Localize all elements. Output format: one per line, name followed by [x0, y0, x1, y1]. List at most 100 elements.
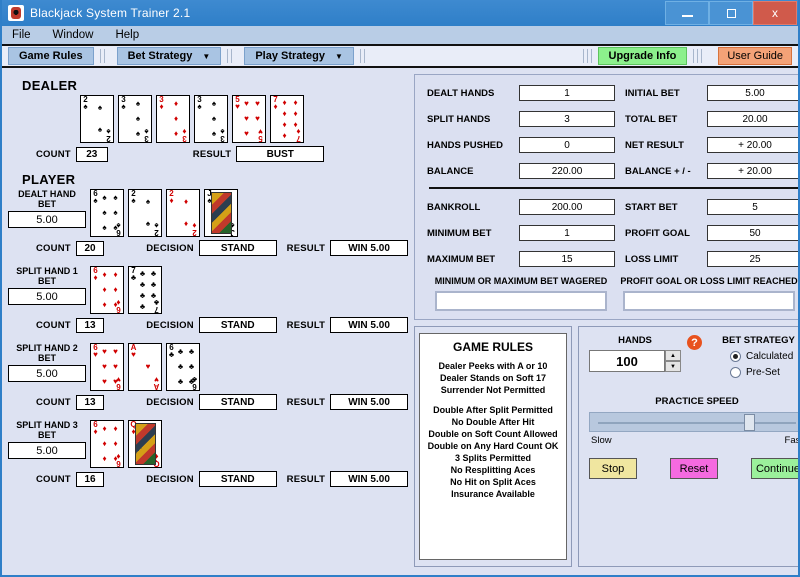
hand-count-value: 13 — [75, 317, 105, 333]
stat-label: SPLIT HANDS — [427, 113, 491, 125]
application-window: Blackjack System Trainer 2.1 x File Wind… — [0, 0, 800, 577]
playing-card: 3 ♠ 3 ♠ ♠ ♠ ♠ — [194, 95, 228, 143]
card-pip: ♠ — [211, 113, 217, 123]
game-rule-line: No Resplitting Aces — [450, 465, 536, 475]
close-icon: x — [772, 6, 778, 20]
title-bar: Blackjack System Trainer 2.1 x — [2, 0, 798, 26]
dealer-result-label: RESULT — [192, 148, 232, 160]
limit-notices: MINIMUM OR MAXIMUM BET WAGERED PROFIT GO… — [427, 276, 798, 311]
hand-decision-label: DECISION — [146, 242, 194, 254]
menu-item-help[interactable]: Help — [115, 29, 139, 41]
toolbar-button-bet-strategy[interactable]: Bet Strategy ▼ — [116, 47, 222, 65]
stat-value: 1 — [519, 225, 615, 241]
card-pips: ♠ ♠ — [137, 191, 159, 235]
help-icon[interactable]: ? — [687, 335, 702, 350]
radio-calculated-icon[interactable] — [730, 351, 741, 362]
card-pip: ♦ — [113, 453, 118, 463]
hand-bet-value: 5.00 — [8, 365, 86, 382]
toolbar-button-game-rules[interactable]: Game Rules — [8, 47, 94, 65]
card-pip: ♥ — [145, 362, 151, 371]
action-buttons: Stop Reset Continue — [589, 458, 798, 479]
bet-option-preset[interactable]: Pre-Set — [712, 367, 798, 378]
stat-value: 5 — [707, 199, 798, 215]
card-pips: ♠ ♠ — [89, 97, 111, 141]
minimize-button[interactable] — [665, 1, 709, 25]
user-guide-button[interactable]: User Guide — [718, 47, 792, 65]
menu-item-file[interactable]: File — [12, 29, 31, 41]
card-pip: ♥ — [244, 99, 249, 109]
slider-track — [598, 422, 796, 424]
close-button[interactable]: x — [753, 1, 797, 25]
card-rank-corner: 6 ♣ — [168, 343, 175, 359]
controls-panel: HANDS 100 ▲ ▼ ? BET STRATEGY Calculated … — [578, 326, 798, 567]
card-pip: ♣ — [150, 268, 157, 278]
card-rank-corner: 6 ♥ — [93, 343, 98, 359]
game-rules-title: GAME RULES — [452, 340, 533, 354]
card-pip: ♣ — [188, 361, 195, 371]
hand-count-label: COUNT — [36, 473, 71, 485]
hands-input[interactable]: 100 — [589, 350, 665, 372]
hand-cards: 6 ♥ 6 ♥ ♥ ♥ ♥ ♥ ♥ ♥ A ♥ A ♥ ♥ 6 ♣ 6 ♣ ♣ ♣ ♣ ♣ ♣ ♣ — [90, 343, 200, 391]
card-pip: ♠ — [102, 207, 107, 217]
card-pip: ♠ — [102, 193, 107, 203]
stat-label: MINIMUM BET — [427, 227, 492, 239]
player-hand-row: DEALT HAND BET 5.00 6 ♠ 6 ♠ ♠ ♠ ♠ ♠ ♠ ♠ 2 ♠ 2 ♠ ♠ ♠ 2 ♦ 2 ♦ ♦ ♦ J… — [8, 189, 408, 256]
rules-spacer — [423, 396, 563, 404]
window-controls: x — [665, 0, 798, 26]
card-pip: ♦ — [113, 270, 118, 280]
card-pip: ♣ — [139, 268, 146, 278]
stat-value: 25 — [707, 251, 798, 267]
hand-cards: 6 ♠ 6 ♠ ♠ ♠ ♠ ♠ ♠ ♠ 2 ♠ 2 ♠ ♠ ♠ 2 ♦ 2 ♦ ♦ ♦ J ♠ J ♠ — [90, 189, 238, 237]
card-pip: ♠ — [97, 103, 103, 112]
playing-card: 3 ♠ 3 ♠ ♠ ♠ ♠ — [118, 95, 152, 143]
hand-decision-value: STAND — [198, 317, 277, 333]
game-rule-line: No Hit on Split Aces — [450, 477, 536, 487]
toolbar-separator-5 — [693, 49, 703, 63]
card-pips: ♠ ♠ ♠ — [127, 97, 149, 141]
maximize-button[interactable] — [709, 1, 753, 25]
toolbar-button-play-strategy[interactable]: Play Strategy ▼ — [244, 47, 354, 65]
card-pip: ♥ — [255, 113, 260, 123]
toolbar-button-label: Play Strategy — [255, 50, 326, 62]
stat-value: 50 — [707, 225, 798, 241]
card-pip: ♠ — [145, 197, 151, 206]
spinner-up-icon[interactable]: ▲ — [665, 350, 681, 361]
spinner-down-icon[interactable]: ▼ — [665, 361, 681, 372]
card-pip: ♦ — [282, 97, 287, 107]
card-pip: ♣ — [139, 290, 146, 300]
hands-spinner-buttons[interactable]: ▲ ▼ — [665, 350, 681, 372]
upgrade-info-button[interactable]: Upgrade Info — [597, 47, 688, 65]
card-pip: ♥ — [102, 361, 107, 371]
hand-name-label: SPLIT HAND 1 — [16, 266, 78, 276]
bet-option-calculated[interactable]: Calculated — [712, 351, 798, 362]
playing-card: 6 ♠ 6 ♠ ♠ ♠ ♠ ♠ ♠ ♠ — [90, 189, 124, 237]
radio-preset-icon[interactable] — [730, 367, 741, 378]
hand-decision-label: DECISION — [146, 473, 194, 485]
card-pip: ♦ — [282, 108, 287, 118]
card-pip: ♥ — [244, 128, 249, 138]
practice-speed-slider[interactable] — [589, 412, 798, 432]
stat-label: INITIAL BET — [625, 87, 680, 99]
game-rules-box: GAME RULES Dealer Peeks with A or 10 Deal… — [419, 333, 567, 560]
stop-button[interactable]: Stop — [589, 458, 637, 479]
hand-bet-label: BET — [38, 430, 56, 440]
card-pips: ♦ ♦ — [175, 191, 197, 235]
game-rule-line: Double on Soft Count Allowed — [428, 429, 558, 439]
menu-item-window[interactable]: Window — [53, 29, 94, 41]
hand-decision-label: DECISION — [146, 319, 194, 331]
dealer-cards: 2 ♠ 2 ♠ ♠ ♠ 3 ♠ 3 ♠ ♠ ♠ ♠ 3 ♦ 3 ♦ ♦ ♦ ♦ 3 ♠ 3 ♠ ♠ ♠ ♠ 5 ♥ 5 ♥ ♥ ♥ ♥ ♥ ♥ 7 ♦ 7 ♦… — [80, 95, 408, 143]
slider-thumb[interactable] — [744, 414, 756, 431]
hand-count-label: COUNT — [36, 242, 71, 254]
reset-button[interactable]: Reset — [670, 458, 718, 479]
hand-result-label: RESULT — [286, 242, 326, 254]
stat-label: LOSS LIMIT — [625, 253, 679, 265]
continue-button[interactable]: Continue — [751, 458, 798, 479]
hand-result-label: RESULT — [286, 319, 326, 331]
stat-value: + 20.00 — [707, 163, 798, 179]
playing-card: 3 ♦ 3 ♦ ♦ ♦ ♦ — [156, 95, 190, 143]
hands-stepper[interactable]: 100 ▲ ▼ — [589, 350, 681, 372]
card-pip: ♦ — [113, 438, 118, 448]
card-pip: ♠ — [135, 99, 141, 109]
hand-status-row: COUNT 13 DECISION STAND RESULT WIN 5.00 — [36, 317, 408, 333]
game-rule-line: Dealer Stands on Soft 17 — [439, 373, 547, 383]
